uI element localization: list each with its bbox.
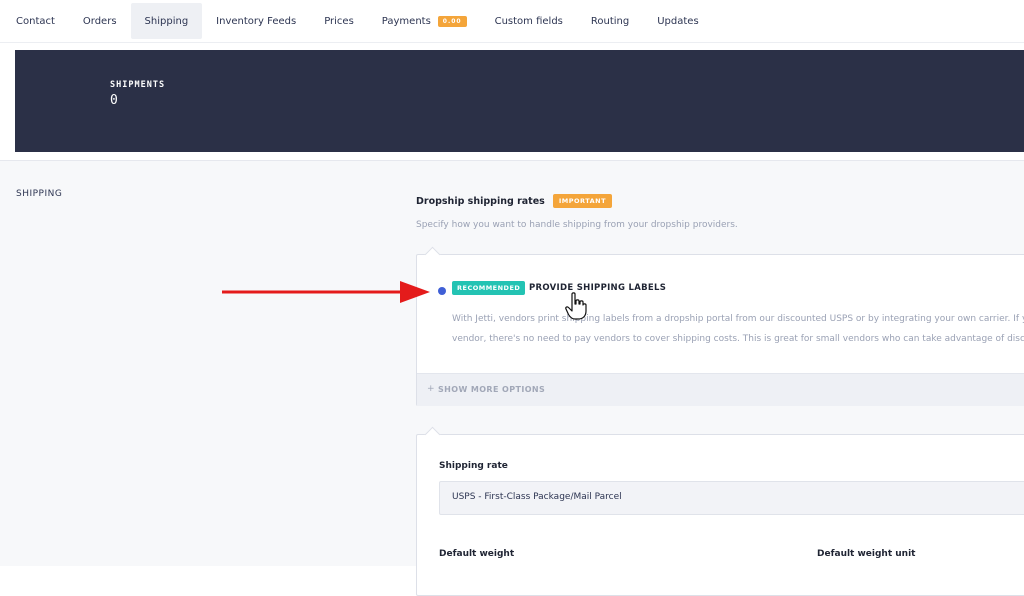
- red-arrow-icon: [222, 281, 430, 303]
- tab-orders[interactable]: Orders: [69, 3, 131, 39]
- default-weight-label: Default weight: [439, 549, 515, 559]
- tab-prices[interactable]: Prices: [310, 3, 368, 39]
- card-notch: [424, 246, 441, 263]
- shipments-stat-label: SHIPMENTS: [110, 80, 166, 90]
- recommended-badge: RECOMMENDED: [452, 281, 526, 295]
- shipping-rate-card: Shipping rate USPS - First-Class Package…: [416, 426, 1024, 596]
- section-title: SHIPPING: [16, 189, 63, 199]
- tab-label: Payments: [381, 15, 431, 27]
- stats-banner: SHIPMENTS 0: [15, 50, 1024, 152]
- tab-custom-fields[interactable]: Custom fields: [481, 3, 577, 39]
- shipping-rate-label: Shipping rate: [439, 461, 508, 471]
- default-weight-unit-label: Default weight unit: [817, 549, 916, 559]
- show-more-options-button[interactable]: + SHOW MORE OPTIONS: [417, 373, 1024, 406]
- tab-label: Routing: [590, 15, 630, 27]
- dropship-rates-heading: Dropship shipping rates IMPORTANT: [416, 194, 613, 208]
- tab-label: Shipping: [144, 15, 189, 27]
- option-description-line: vendor, there's no need to pay vendors t…: [452, 334, 1024, 344]
- option-description-line: With Jetti, vendors print shipping label…: [452, 314, 1024, 324]
- shipping-rate-select[interactable]: USPS - First-Class Package/Mail Parcel: [439, 481, 1024, 515]
- plus-icon: +: [427, 384, 435, 394]
- option-description: With Jetti, vendors print shipping label…: [452, 309, 1024, 349]
- option-title[interactable]: PROVIDE SHIPPING LABELS: [529, 283, 666, 293]
- dropship-rates-title: Dropship shipping rates: [416, 195, 545, 207]
- tab-label: Prices: [324, 15, 354, 27]
- show-more-options-label: SHOW MORE OPTIONS: [438, 385, 546, 394]
- tab-contact[interactable]: Contact: [0, 3, 69, 39]
- shipments-stat-value: 0: [110, 93, 118, 108]
- hand-pointer-icon: [565, 292, 587, 320]
- tab-label: Contact: [16, 15, 55, 27]
- tab-label: Custom fields: [494, 15, 563, 27]
- card-notch: [424, 426, 441, 443]
- important-badge: IMPORTANT: [552, 194, 613, 208]
- tab-updates[interactable]: Updates: [643, 3, 712, 39]
- tab-label: Inventory Feeds: [216, 15, 297, 27]
- tab-shipping[interactable]: Shipping: [130, 3, 203, 39]
- tab-routing[interactable]: Routing: [577, 3, 643, 39]
- tab-inventory-feeds[interactable]: Inventory Feeds: [202, 3, 310, 39]
- dropship-rates-description: Specify how you want to handle shipping …: [416, 220, 738, 230]
- tab-label: Orders: [82, 15, 117, 27]
- shipping-settings-section: SHIPPING Dropship shipping rates IMPORTA…: [0, 160, 1024, 596]
- option-radio-selected[interactable]: [438, 287, 446, 295]
- shipping-option-card: RECOMMENDED PROVIDE SHIPPING LABELS With…: [416, 246, 1024, 406]
- payments-balance-badge: 0.00: [437, 15, 467, 27]
- tab-payments[interactable]: Payments 0.00: [368, 3, 481, 39]
- tab-label: Updates: [657, 15, 699, 27]
- top-tab-bar: Contact Orders Shipping Inventory Feeds …: [0, 0, 1024, 43]
